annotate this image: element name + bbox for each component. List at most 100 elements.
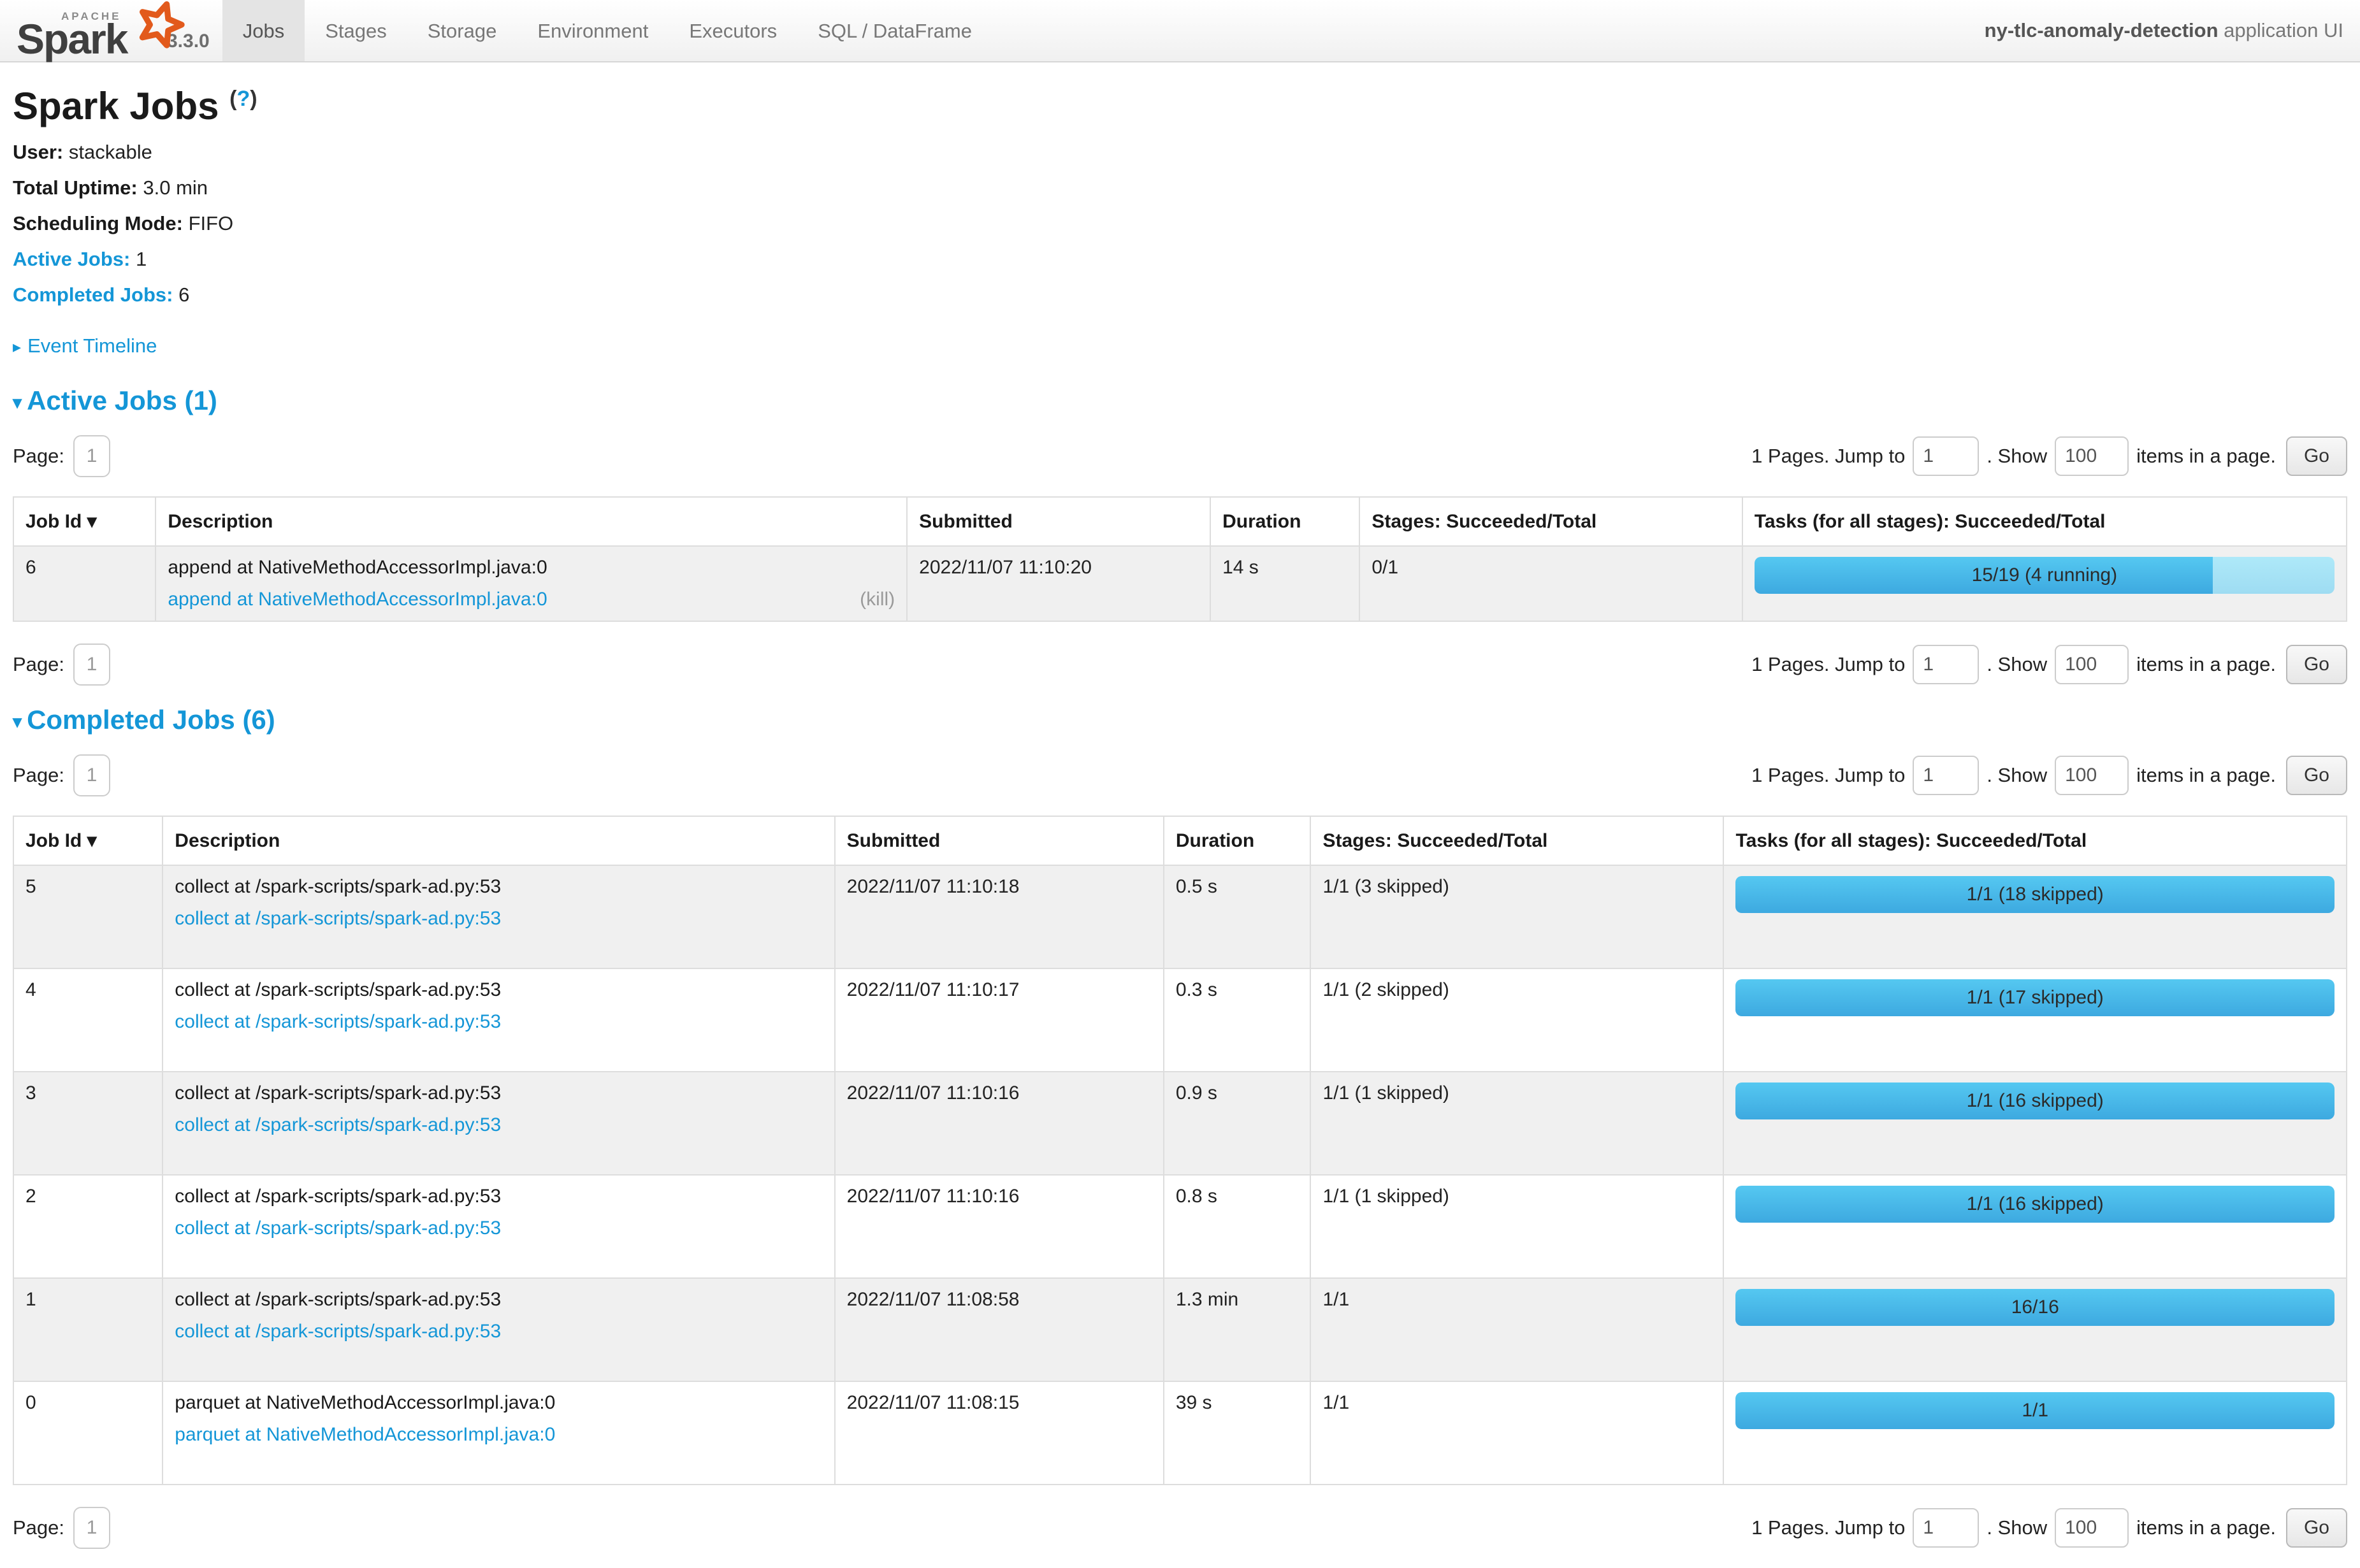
tasks-cell: 16/16 (1723, 1278, 2347, 1381)
jump-to-page-input[interactable] (1913, 756, 1979, 795)
table-header-row: Job Id ▾ Description Submitted Duration … (13, 816, 2347, 865)
stages-cell: 0/1 (1359, 546, 1742, 621)
progress-label: 16/16 (1735, 1289, 2335, 1326)
column-stages[interactable]: Stages: Succeeded/Total (1310, 816, 1723, 865)
tasks-progress-bar: 1/1 (17 skipped) (1735, 979, 2335, 1016)
completed-job-row-4: 4 collect at /spark-scripts/spark-ad.py:… (13, 968, 2347, 1072)
kill-job-link[interactable]: (kill) (860, 589, 895, 610)
page-number-input[interactable] (73, 1507, 110, 1549)
active-job-row-6: 6 append at NativeMethodAccessorImpl.jav… (13, 546, 2347, 621)
column-description[interactable]: Description (163, 816, 834, 865)
completed-jobs-count: 6 (178, 284, 189, 306)
duration-cell: 39 s (1164, 1381, 1311, 1485)
page-label: Page: (13, 1516, 64, 1539)
jump-to-page-input[interactable] (1913, 645, 1979, 684)
tasks-cell: 1/1 (16 skipped) (1723, 1175, 2347, 1278)
active-jobs-link[interactable]: Active Jobs: (13, 248, 130, 270)
page-number-input[interactable] (73, 435, 110, 477)
job-detail-link[interactable]: parquet at NativeMethodAccessorImpl.java… (175, 1424, 555, 1445)
apache-label: APACHE (61, 10, 122, 23)
completed-job-row-2: 2 collect at /spark-scripts/spark-ad.py:… (13, 1175, 2347, 1278)
completed-jobs-pagination-top: Page: 1 Pages. Jump to . Show items in a… (13, 754, 2347, 796)
event-timeline-label: Event Timeline (27, 334, 157, 357)
stages-cell: 1/1 (1310, 1381, 1723, 1485)
go-button[interactable]: Go (2286, 756, 2347, 795)
tab-executors[interactable]: Executors (669, 0, 797, 61)
jump-to-page-input[interactable] (1913, 1508, 1979, 1548)
job-detail-link[interactable]: append at NativeMethodAccessorImpl.java:… (168, 589, 547, 610)
column-tasks[interactable]: Tasks (for all stages): Succeeded/Total (1742, 497, 2347, 546)
uptime-label: Total Uptime: (13, 176, 138, 199)
column-duration[interactable]: Duration (1210, 497, 1359, 546)
summary-completed-jobs: Completed Jobs: 6 (13, 284, 2347, 306)
column-description[interactable]: Description (156, 497, 907, 546)
job-detail-link[interactable]: collect at /spark-scripts/spark-ad.py:53 (175, 1114, 501, 1135)
job-detail-link[interactable]: collect at /spark-scripts/spark-ad.py:53 (175, 1321, 501, 1342)
column-job-id[interactable]: Job Id ▾ (13, 816, 163, 865)
active-jobs-pagination-top: Page: 1 Pages. Jump to . Show items in a… (13, 435, 2347, 477)
tab-environment[interactable]: Environment (517, 0, 669, 61)
spark-star-icon (133, 0, 187, 55)
tab-stages[interactable]: Stages (305, 0, 407, 61)
progress-label: 15/19 (4 running) (1755, 557, 2335, 594)
page-number-input[interactable] (73, 754, 110, 796)
go-button[interactable]: Go (2286, 645, 2347, 684)
column-job-id[interactable]: Job Id ▾ (13, 497, 156, 546)
job-detail-link[interactable]: collect at /spark-scripts/spark-ad.py:53 (175, 1011, 501, 1032)
pages-jump-text: 1 Pages. Jump to (1751, 764, 1905, 787)
tab-storage[interactable]: Storage (407, 0, 518, 61)
items-per-page-input[interactable] (2055, 1508, 2129, 1548)
tab-sql-dataframe[interactable]: SQL / DataFrame (797, 0, 992, 61)
go-button[interactable]: Go (2286, 436, 2347, 476)
completed-job-row-3: 3 collect at /spark-scripts/spark-ad.py:… (13, 1072, 2347, 1175)
top-navbar: APACHE Spark 3.3.0 Jobs Stages Storage E… (0, 0, 2360, 62)
stages-cell: 1/1 (1 skipped) (1310, 1072, 1723, 1175)
job-detail-link[interactable]: collect at /spark-scripts/spark-ad.py:53 (175, 1218, 501, 1239)
completed-jobs-link[interactable]: Completed Jobs: (13, 284, 173, 306)
column-duration[interactable]: Duration (1164, 816, 1311, 865)
pages-jump-text: 1 Pages. Jump to (1751, 445, 1905, 468)
items-text: items in a page. (2136, 1516, 2276, 1539)
stages-cell: 1/1 (1 skipped) (1310, 1175, 1723, 1278)
page-label: Page: (13, 653, 64, 676)
active-jobs-table: Job Id ▾ Description Submitted Duration … (13, 496, 2347, 622)
page-number-input[interactable] (73, 644, 110, 686)
column-submitted[interactable]: Submitted (835, 816, 1164, 865)
submitted-cell: 2022/11/07 11:08:15 (835, 1381, 1164, 1485)
active-jobs-pagination-bottom: Page: 1 Pages. Jump to . Show items in a… (13, 644, 2347, 686)
items-per-page-input[interactable] (2055, 756, 2129, 795)
progress-label: 1/1 (18 skipped) (1735, 876, 2335, 913)
column-tasks[interactable]: Tasks (for all stages): Succeeded/Total (1723, 816, 2347, 865)
completed-jobs-section-header[interactable]: ▾Completed Jobs (6) (13, 705, 2347, 735)
description-cell: collect at /spark-scripts/spark-ad.py:53… (163, 968, 834, 1072)
tab-jobs[interactable]: Jobs (222, 0, 305, 61)
items-per-page-input[interactable] (2055, 645, 2129, 684)
submitted-cell: 2022/11/07 11:10:20 (907, 546, 1210, 621)
tasks-progress-bar: 1/1 (18 skipped) (1735, 876, 2335, 913)
tasks-progress-bar: 15/19 (4 running) (1755, 557, 2335, 594)
column-stages[interactable]: Stages: Succeeded/Total (1359, 497, 1742, 546)
nav-tabs: Jobs Stages Storage Environment Executor… (222, 0, 992, 61)
progress-label: 1/1 (1735, 1392, 2335, 1429)
tasks-cell: 1/1 (17 skipped) (1723, 968, 2347, 1072)
active-jobs-section-header[interactable]: ▾Active Jobs (1) (13, 385, 2347, 416)
spark-logo[interactable]: APACHE Spark (0, 0, 171, 61)
question-mark-icon[interactable]: ? (236, 87, 250, 111)
items-per-page-input[interactable] (2055, 436, 2129, 476)
scheduling-mode-label: Scheduling Mode: (13, 212, 183, 234)
show-text: . Show (1987, 764, 2047, 787)
stages-cell: 1/1 (2 skipped) (1310, 968, 1723, 1072)
submitted-cell: 2022/11/07 11:10:17 (835, 968, 1164, 1072)
jump-to-page-input[interactable] (1913, 436, 1979, 476)
job-detail-link[interactable]: collect at /spark-scripts/spark-ad.py:53 (175, 908, 501, 929)
tasks-progress-bar: 1/1 (16 skipped) (1735, 1186, 2335, 1223)
column-submitted[interactable]: Submitted (907, 497, 1210, 546)
go-button[interactable]: Go (2286, 1508, 2347, 1548)
progress-label: 1/1 (16 skipped) (1735, 1186, 2335, 1223)
pages-jump-text: 1 Pages. Jump to (1751, 1516, 1905, 1539)
event-timeline-toggle[interactable]: ▸Event Timeline (13, 334, 2347, 357)
application-ui-suffix: application UI (2219, 19, 2343, 41)
job-id-cell: 6 (13, 546, 156, 621)
tasks-cell: 15/19 (4 running) (1742, 546, 2347, 621)
help-tooltip-link[interactable]: (?) (229, 87, 257, 111)
